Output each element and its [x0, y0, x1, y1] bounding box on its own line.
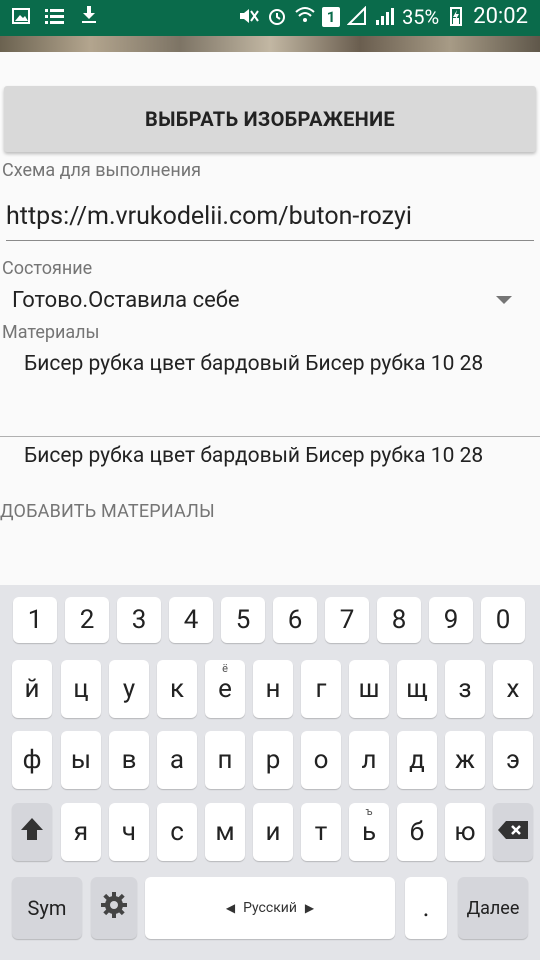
- key-л[interactable]: л: [349, 731, 389, 789]
- key-label: е: [218, 674, 232, 704]
- key-о[interactable]: о: [301, 731, 341, 789]
- key-ь[interactable]: ъ ь: [349, 803, 389, 861]
- key-е[interactable]: ё е: [205, 660, 245, 718]
- key-label: ь: [361, 817, 377, 847]
- battery-percent: 35%: [402, 4, 440, 29]
- key-щ[interactable]: щ: [397, 660, 437, 718]
- key-ч[interactable]: ч: [109, 803, 149, 861]
- key-ц[interactable]: ц: [61, 660, 101, 718]
- key-а[interactable]: а: [157, 731, 197, 789]
- add-materials-button[interactable]: ДОБАВИТЬ МАТЕРИАЛЫ: [0, 501, 215, 522]
- wifi-icon: [294, 6, 316, 28]
- key-з[interactable]: з: [445, 660, 485, 718]
- key-1[interactable]: 1: [13, 597, 57, 643]
- key-э[interactable]: э: [493, 731, 533, 789]
- key-ш[interactable]: ш: [349, 660, 389, 718]
- space-key[interactable]: ◀ Русский ▶: [145, 877, 395, 939]
- download-icon: [78, 6, 100, 28]
- system-icons: 1 35% 20:02: [238, 4, 528, 29]
- space-language-label: Русский: [243, 900, 297, 916]
- signal-bars-icon: [374, 6, 396, 28]
- key-м[interactable]: м: [205, 803, 245, 861]
- key-к[interactable]: к: [157, 660, 197, 718]
- shift-icon: [19, 816, 45, 849]
- state-value: Готово.Оставила себе: [12, 288, 240, 313]
- arrow-left-icon: ◀: [225, 901, 236, 915]
- key-ю[interactable]: ю: [445, 803, 485, 861]
- key-в[interactable]: в: [109, 731, 149, 789]
- key-3[interactable]: 3: [117, 597, 161, 643]
- key-2[interactable]: 2: [65, 597, 109, 643]
- sim-badge-icon: 1: [322, 6, 341, 27]
- shift-key[interactable]: [12, 803, 52, 861]
- period-key[interactable]: .: [405, 877, 447, 939]
- sym-key[interactable]: Sym: [12, 877, 82, 939]
- mute-icon: [238, 6, 260, 28]
- key-г[interactable]: г: [301, 660, 341, 718]
- battery-charging-icon: [445, 6, 467, 28]
- key-р[interactable]: р: [253, 731, 293, 789]
- key-7[interactable]: 7: [325, 597, 369, 643]
- next-key[interactable]: Далее: [458, 877, 528, 939]
- list-icon: [44, 6, 66, 28]
- key-0[interactable]: 0: [481, 597, 525, 643]
- key-ж[interactable]: ж: [445, 731, 485, 789]
- key-с[interactable]: с: [157, 803, 197, 861]
- key-п[interactable]: п: [205, 731, 245, 789]
- key-б[interactable]: б: [397, 803, 437, 861]
- gear-icon: [100, 891, 128, 926]
- key-alt-ё: ё: [222, 662, 228, 675]
- material-item[interactable]: Бисер рубка цвет бардовый Бисер рубка 10…: [24, 350, 524, 379]
- material-item[interactable]: Бисер рубка цвет бардовый Бисер рубка 10…: [24, 442, 524, 471]
- state-label: Состояние: [2, 258, 93, 279]
- key-ы[interactable]: ы: [61, 731, 101, 789]
- key-alt-ъ: ъ: [365, 805, 373, 818]
- key-н[interactable]: н: [253, 660, 293, 718]
- materials-label: Материалы: [2, 322, 100, 343]
- backspace-key[interactable]: [493, 803, 533, 861]
- arrow-right-icon: ▶: [304, 901, 315, 915]
- key-т[interactable]: т: [301, 803, 341, 861]
- key-у[interactable]: у: [109, 660, 149, 718]
- select-image-button[interactable]: ВЫБРАТЬ ИЗОБРАЖЕНИЕ: [4, 86, 536, 152]
- key-6[interactable]: 6: [273, 597, 317, 643]
- scheme-url-value: https://m.vrukodelii.com/buton-rozyi: [6, 202, 412, 231]
- status-bar: 1 35% 20:02: [0, 0, 540, 36]
- key-х[interactable]: х: [493, 660, 533, 718]
- key-8[interactable]: 8: [377, 597, 421, 643]
- image-preview: [0, 36, 540, 52]
- key-й[interactable]: й: [12, 660, 52, 718]
- alarm-icon: [266, 6, 288, 28]
- divider: [0, 436, 540, 437]
- clock: 20:02: [473, 4, 528, 29]
- key-ф[interactable]: ф: [12, 731, 52, 789]
- notification-icons: [10, 6, 100, 28]
- signal-icon: [346, 5, 368, 28]
- key-д[interactable]: д: [397, 731, 437, 789]
- key-4[interactable]: 4: [169, 597, 213, 643]
- form-content: ВЫБРАТЬ ИЗОБРАЖЕНИЕ Схема для выполнения…: [0, 52, 540, 585]
- key-и[interactable]: и: [253, 803, 293, 861]
- soft-keyboard: 1 2 3 4 5 6 7 8 9 0 й ц у к ё е н г ш щ …: [0, 585, 540, 960]
- image-icon: [10, 6, 32, 28]
- settings-key[interactable]: [91, 877, 137, 939]
- scheme-label: Схема для выполнения: [2, 160, 201, 181]
- key-я[interactable]: я: [61, 803, 101, 861]
- backspace-icon: [497, 817, 529, 847]
- dropdown-arrow-icon: [496, 296, 512, 304]
- scheme-url-field[interactable]: https://m.vrukodelii.com/buton-rozyi: [6, 200, 534, 241]
- key-5[interactable]: 5: [221, 597, 265, 643]
- key-9[interactable]: 9: [429, 597, 473, 643]
- state-dropdown[interactable]: Готово.Оставила себе: [0, 278, 540, 318]
